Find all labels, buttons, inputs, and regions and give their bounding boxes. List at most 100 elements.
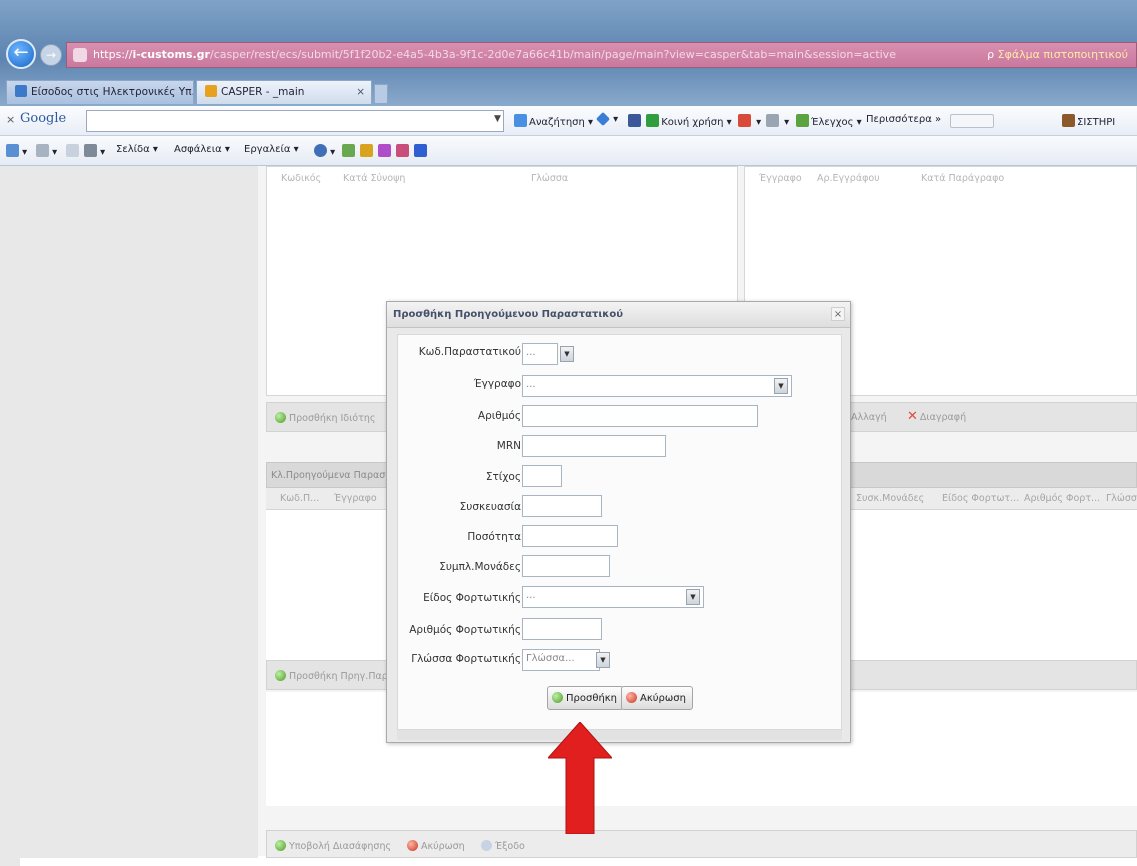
bl-type-select[interactable]: ... [522, 586, 704, 608]
menu-button[interactable]: ▾ [766, 114, 789, 128]
sign-in-button[interactable]: ΣΙΣΤΗΡΙ [1062, 114, 1115, 128]
doc-code-select[interactable]: ... [522, 343, 558, 365]
exit-label: Έξοδο [495, 841, 525, 852]
translate-icon [738, 114, 751, 127]
bl-language-label: Γλώσσα Φορτωτικής [411, 653, 521, 665]
sign-in-label: ΣΙΣΤΗΡΙ [1077, 117, 1116, 128]
column-header[interactable]: Γλώσσ [1106, 493, 1137, 504]
add-previous-doc-button[interactable]: Προσθήκη Πρηγ.Παρ [275, 670, 388, 682]
add-item-button[interactable]: Προσθήκη Ιδιότης [275, 412, 375, 424]
dialog-title: Προσθήκη Προηγούμενου Παραστατικού [387, 302, 850, 328]
chevron-down-icon[interactable]: ▼ [560, 346, 574, 362]
url-right-area: ρ Σφάλμα πιστοποιητικού [987, 43, 1128, 67]
url-path: /casper/rest/ecs/submit/5f1f20b2-e4a5-4b… [209, 48, 896, 61]
addon-icon [414, 144, 427, 157]
certificate-error[interactable]: Σφάλμα πιστοποιητικού [998, 48, 1128, 61]
close-icon[interactable]: × [6, 113, 15, 126]
cancel-button[interactable]: Ακύρωση [621, 686, 693, 710]
google-search-button[interactable]: Αναζήτηση ▾ [514, 114, 593, 128]
page-menu[interactable]: Σελίδα ▾ [116, 144, 158, 155]
share-button[interactable]: Κοινή χρήση ▾ [628, 114, 732, 128]
column-header[interactable]: Συσκ.Μονάδες [856, 493, 924, 504]
item-input[interactable] [522, 465, 562, 487]
check-label: Έλεγχος [811, 117, 854, 128]
quantity-label: Ποσότητα [467, 531, 521, 543]
column-header[interactable]: Γλώσσα [531, 173, 568, 184]
edit-button[interactable]: Αλλαγή [851, 412, 887, 423]
cancel-declaration-button[interactable]: Ακύρωση [407, 840, 465, 852]
tools-menu-label: Εργαλεία [244, 144, 291, 155]
chevron-down-icon[interactable]: ▼ [596, 652, 610, 668]
addon-1[interactable] [342, 144, 355, 158]
dialog-form: Κωδ.Παραστατικού ... ▼ Έγγραφο ... ▼ Αρι… [397, 334, 842, 730]
submit-label: Υποβολή Διασάφησης [289, 841, 392, 852]
more-button[interactable]: Περισσότερα » [866, 114, 941, 125]
bl-number-label: Αριθμός Φορτωτικής [409, 624, 521, 636]
back-icon[interactable]: ← [6, 39, 36, 69]
new-tab-button[interactable] [374, 84, 388, 104]
toggle-switch[interactable] [950, 114, 994, 131]
quantity-input[interactable] [522, 525, 618, 547]
cancel-button-label: Ακύρωση [640, 693, 686, 704]
mrn-input[interactable] [522, 435, 666, 457]
tools-menu[interactable]: Εργαλεία ▾ [244, 144, 299, 155]
chevron-down-icon[interactable]: ▼ [774, 378, 788, 394]
tab-login[interactable]: Είσοδος στις Ηλεκτρονικές Υπ... [6, 80, 194, 104]
print-button[interactable]: ▾ [84, 144, 105, 158]
home-button[interactable]: ▾ [6, 144, 27, 158]
safety-menu-label: Ασφάλεια [174, 144, 222, 155]
tab-casper[interactable]: CASPER - _main × [196, 80, 372, 104]
chevron-down-icon[interactable]: ▼ [686, 589, 700, 605]
column-header[interactable]: Κωδικός [281, 173, 321, 184]
submit-declaration-button[interactable]: Υποβολή Διασάφησης [275, 840, 391, 852]
delete-button[interactable]: ✕ Διαγραφή [907, 409, 966, 424]
addon-4[interactable] [396, 144, 409, 158]
address-bar[interactable]: https://i-customs.gr/casper/rest/ecs/sub… [66, 42, 1137, 68]
package-input[interactable] [522, 495, 602, 517]
safety-menu[interactable]: Ασφάλεια ▾ [174, 144, 230, 155]
feeds-button[interactable]: ▾ [36, 144, 57, 158]
help-button[interactable]: ▾ [314, 144, 335, 158]
search-icon[interactable]: ρ [987, 48, 994, 61]
translate-button[interactable]: ▾ [738, 114, 761, 128]
close-icon[interactable]: × [831, 307, 845, 321]
diamond-button[interactable]: ▾ [595, 111, 618, 127]
tab-favicon [205, 85, 217, 97]
column-header[interactable]: Αριθμός Φορτ... [1024, 493, 1100, 504]
addon-3[interactable] [378, 144, 391, 158]
share-label: Κοινή χρήση [661, 117, 724, 128]
chevron-down-icon[interactable]: ▼ [494, 114, 501, 124]
facebook-icon [628, 114, 641, 127]
number-input[interactable] [522, 405, 758, 427]
exit-button[interactable]: Έξοδο [481, 840, 525, 852]
package-label: Συσκευασία [459, 501, 521, 513]
add-button[interactable]: Προσθήκη [547, 686, 625, 710]
delete-label: Διαγραφή [919, 412, 967, 423]
addon-icon [360, 144, 373, 157]
addon-5[interactable] [414, 144, 427, 158]
column-header[interactable]: Κατά Παράγραφο [921, 173, 1004, 184]
google-search-input[interactable] [86, 110, 504, 132]
bl-language-select[interactable]: Γλώσσα... [522, 649, 600, 671]
check-button[interactable]: Έλεγχος ▾ [796, 114, 862, 128]
toggle-track [950, 114, 994, 128]
column-header[interactable]: Έγγραφο [334, 493, 377, 504]
document-select[interactable]: ... [522, 375, 792, 397]
column-header[interactable]: Είδος Φορτωτ... [942, 493, 1019, 504]
edit-label: Αλλαγή [851, 412, 887, 423]
doc-code-label: Κωδ.Παραστατικού [418, 346, 521, 358]
tab-close-icon[interactable]: × [356, 81, 365, 104]
more-label: Περισσότερα » [866, 114, 942, 125]
forward-icon[interactable]: → [40, 44, 62, 66]
column-header[interactable]: Έγγραφο [759, 173, 802, 184]
column-header[interactable]: Αρ.Εγγράφου [817, 173, 880, 184]
column-header[interactable]: Κωδ.Π... [280, 493, 319, 504]
addon-2[interactable] [360, 144, 373, 158]
google-logo: Google [20, 111, 67, 126]
tab-label: Είσοδος στις Ηλεκτρονικές Υπ... [31, 86, 194, 98]
column-header[interactable]: Κατά Σύνοψη [343, 173, 405, 184]
mail-button[interactable] [66, 144, 79, 158]
supp-units-input[interactable] [522, 555, 610, 577]
exit-icon [481, 840, 492, 851]
bl-number-input[interactable] [522, 618, 602, 640]
